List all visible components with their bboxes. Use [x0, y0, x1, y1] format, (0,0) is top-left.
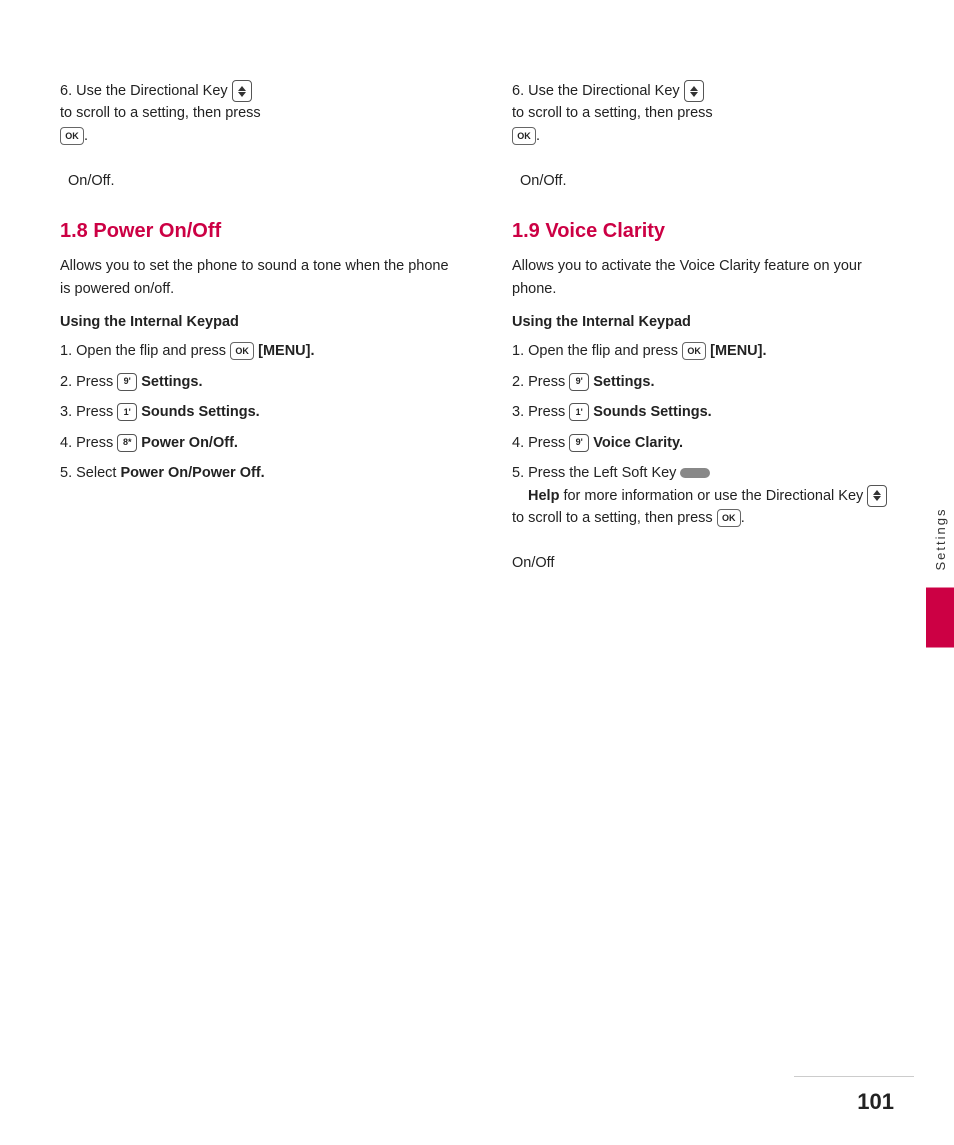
left-step5-text: Select: [76, 465, 120, 481]
left-section-heading: 1.8 Power On/Off: [60, 220, 452, 243]
right-step5-arrow-icon: [867, 485, 887, 507]
right-step-4: 4. Press 9' Voice Clarity.: [512, 432, 904, 454]
side-tab: Settings: [926, 497, 954, 648]
right-step5-ok-icon: OK: [717, 509, 741, 527]
left-subsection-heading: Using the Internal Keypad: [60, 314, 452, 330]
right-step4-btn: 9': [569, 434, 589, 452]
left-step1-text: Open the flip and press: [76, 343, 230, 359]
side-tab-bar: [926, 588, 954, 648]
right-intro-onoff: On/Off.: [520, 173, 566, 189]
right-step-2: 2. Press 9' Settings.: [512, 371, 904, 393]
right-step5-text-for: for more information or use the Directio…: [563, 488, 867, 504]
left-step2-bold: Settings.: [141, 374, 202, 390]
page-number-line: [794, 1076, 914, 1077]
left-step2-text: Press: [76, 374, 117, 390]
right-step5-onoff: On/Off: [512, 555, 554, 571]
right-step1-bold: [MENU].: [710, 343, 766, 359]
left-step1-num: 1.: [60, 343, 76, 359]
right-step3-btn: 1': [569, 403, 589, 421]
right-step2-text: Press: [528, 374, 569, 390]
left-intro-onoff: On/Off.: [68, 173, 114, 189]
left-step-5: 5. Select Power On/Power Off.: [60, 462, 452, 484]
right-step4-num: 4.: [512, 435, 528, 451]
left-step4-text: Press: [76, 435, 117, 451]
left-step3-text: Press: [76, 404, 117, 420]
left-intro-ok-icon: OK: [60, 127, 84, 145]
right-step5-text-after: to scroll to a setting, then press: [512, 510, 717, 526]
right-intro-scroll-text: to scroll to a setting, then press: [512, 105, 713, 121]
left-step2-num: 2.: [60, 374, 76, 390]
left-step3-btn: 1': [117, 403, 137, 421]
right-step1-num: 1.: [512, 343, 528, 359]
left-step-2: 2. Press 9' Settings.: [60, 371, 452, 393]
right-column: 6. Use the Directional Key to scroll to …: [502, 80, 904, 1085]
page-content: 6. Use the Directional Key to scroll to …: [0, 0, 954, 1145]
left-step1-bold: [MENU].: [258, 343, 314, 359]
right-step4-bold: Voice Clarity.: [593, 435, 683, 451]
left-intro-step6: 6. Use the Directional Key to scroll to …: [60, 80, 452, 192]
left-step5-bold: Power On/Power Off.: [120, 465, 264, 481]
right-step2-num: 2.: [512, 374, 528, 390]
right-step3-text: Press: [528, 404, 569, 420]
left-step1-ok-icon: OK: [230, 342, 254, 360]
right-step-list: 1. Open the flip and press OK [MENU]. 2.…: [512, 340, 904, 574]
right-step2-btn: 9': [569, 373, 589, 391]
left-step5-num: 5.: [60, 465, 76, 481]
left-step4-btn: 8*: [117, 434, 137, 452]
right-step5-num: 5.: [512, 465, 528, 481]
right-intro-step6: 6. Use the Directional Key to scroll to …: [512, 80, 904, 192]
left-step3-num: 3.: [60, 404, 76, 420]
right-step5-text-before: Press the Left Soft Key: [528, 465, 680, 481]
left-column: 6. Use the Directional Key to scroll to …: [60, 80, 472, 1085]
left-step-4: 4. Press 8* Power On/Off.: [60, 432, 452, 454]
left-intro-step6-text: 6. Use the Directional Key: [60, 83, 228, 99]
right-step4-text: Press: [528, 435, 569, 451]
right-step3-num: 3.: [512, 404, 528, 420]
left-step4-bold: Power On/Off.: [141, 435, 238, 451]
left-step2-btn: 9': [117, 373, 137, 391]
left-intro-scroll-text: to scroll to a setting, then press: [60, 105, 261, 121]
right-step1-text: Open the flip and press: [528, 343, 682, 359]
right-step2-bold: Settings.: [593, 374, 654, 390]
left-step-1: 1. Open the flip and press OK [MENU].: [60, 340, 452, 362]
right-section-heading: 1.9 Voice Clarity: [512, 220, 904, 243]
left-step-list: 1. Open the flip and press OK [MENU]. 2.…: [60, 340, 452, 484]
left-step3-bold: Sounds Settings.: [141, 404, 259, 420]
side-tab-label: Settings: [927, 497, 954, 580]
right-intro-ok-icon: OK: [512, 127, 536, 145]
right-step3-bold: Sounds Settings.: [593, 404, 711, 420]
right-step-5: 5. Press the Left Soft Key Help for more…: [512, 462, 904, 574]
right-step-3: 3. Press 1' Sounds Settings.: [512, 401, 904, 423]
page-number: 101: [857, 1089, 894, 1115]
right-step-1: 1. Open the flip and press OK [MENU].: [512, 340, 904, 362]
left-section-body: Allows you to set the phone to sound a t…: [60, 255, 452, 300]
left-directional-icon: [232, 83, 252, 99]
right-step5-text-mid: Help for more information or use the Dir…: [512, 488, 887, 571]
right-directional-icon: [684, 83, 704, 99]
right-step5-bold-help: Help: [528, 488, 559, 504]
right-step1-ok-icon: OK: [682, 342, 706, 360]
right-intro-step6-text: 6. Use the Directional Key: [512, 83, 680, 99]
left-step4-num: 4.: [60, 435, 76, 451]
right-section-body: Allows you to activate the Voice Clarity…: [512, 255, 904, 300]
right-step5-softkey-icon: [680, 468, 710, 478]
right-subsection-heading: Using the Internal Keypad: [512, 314, 904, 330]
left-step-3: 3. Press 1' Sounds Settings.: [60, 401, 452, 423]
